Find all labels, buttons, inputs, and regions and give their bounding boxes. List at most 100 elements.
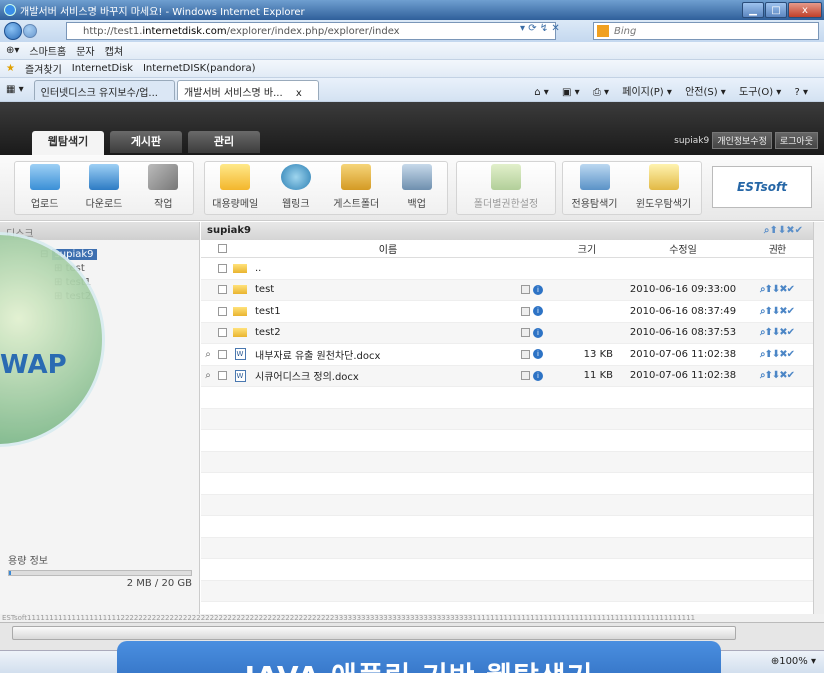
column-header-row: 이름 크기 수정일 권한 [201,240,813,258]
col-date[interactable]: 수정일 [619,241,747,256]
info-icons[interactable]: i [521,284,561,295]
permission-icons[interactable]: ⌕⬆⬇✖✔ [747,370,807,381]
permission-icons[interactable]: ⌕⬆⬇✖✔ [747,349,807,360]
screenshot-root: 개발서버 서비스명 바꾸지 마세요! - Windows Internet Ex… [0,0,824,673]
folder-permission-button[interactable]: 폴더별권한설정 [461,164,551,210]
guest-folder-button[interactable]: 게스트폴더 [330,164,382,210]
maximize-button[interactable]: □ [765,2,787,18]
file-name[interactable]: test [251,284,521,295]
tab-close-icon[interactable]: x [296,88,302,99]
zoom-control[interactable]: ⊕100% ▾ [771,656,816,667]
upload-button[interactable]: 업로드 [19,164,71,210]
help-icon[interactable]: ? ▾ [794,87,808,98]
row-checkbox[interactable] [215,285,229,295]
print-icon[interactable]: ⎙ ▾ [593,87,609,98]
quick-tabs-icon[interactable]: ▦ ▾ [6,84,24,95]
row-checkbox[interactable] [215,263,229,273]
weblink-button[interactable]: 웹링크 [270,164,322,210]
file-name[interactable]: test2 [251,327,521,338]
info-icons[interactable]: i [521,370,561,381]
permission-icons[interactable]: ⌕⬆⬇✖✔ [747,327,807,338]
doc-icon: W [229,369,251,382]
task-button[interactable]: 작업 [137,164,189,210]
empty-row [201,451,813,473]
url-prefix: http://test1. [83,25,143,37]
caption-banner: JAVA 애플릿 기반 웹탐색기 [117,641,721,673]
row-checkbox[interactable] [215,371,229,381]
footer-debug-text: ESTsoft111111111111111111111222222222222… [0,614,824,622]
header-actions[interactable]: ⌕⬆⬇✖✔ [764,225,803,236]
tab-devserver[interactable]: 개발서버 서비스명 바... x [176,79,319,100]
favorites-label[interactable]: 즐겨찾기 [25,61,62,76]
parent-row[interactable]: .. [201,258,813,280]
permission-icons[interactable]: ⌕⬆⬇✖✔ [747,284,807,295]
edit-profile-button[interactable]: 개인정보수정 [712,132,772,149]
app-nav: 웹탐색기 게시판 관리 supiak9 개인정보수정 로그아웃 [0,102,824,155]
safety-menu[interactable]: 안전(S) ▾ [685,87,726,98]
upload-icon [29,164,60,190]
empty-row [201,580,813,602]
back-button[interactable] [4,22,22,40]
parent-label: .. [255,262,262,274]
preview-icon[interactable]: ⌕ [201,349,215,360]
backup-label: 백업 [407,199,426,210]
download-button[interactable]: 다운로드 [78,164,130,210]
quota-bar [8,570,192,576]
refresh-stop-icons[interactable]: ▾ ⟳ ↯ ✕ [520,23,560,34]
table-row[interactable]: ⌕ W 시큐어디스크 정의.docx i 11 KB 2010-07-06 11:02:3… [201,365,813,387]
backup-button[interactable]: 백업 [391,164,443,210]
table-row[interactable]: test i 2010-06-16 09:33:00 ⌕⬆⬇✖✔ [201,279,813,301]
tab-board[interactable]: 게시판 [110,131,182,153]
scroll-thumb[interactable] [12,626,736,640]
permission-check-icon [491,164,521,190]
logout-button[interactable]: 로그아웃 [774,132,818,149]
forward-button[interactable] [23,24,37,38]
upload-label: 업로드 [30,199,59,210]
col-size[interactable]: 크기 [561,241,619,256]
backup-icon [401,164,432,190]
feeds-icon[interactable]: ▣ ▾ [562,87,580,98]
tab-internetdisk[interactable]: 인터넷디스크 유지보수/업... [33,79,175,100]
info-icons[interactable]: i [521,349,561,360]
info-icons[interactable]: i [521,327,561,338]
home-icon[interactable]: ⌂ ▾ [534,87,549,98]
col-name[interactable]: 이름 [251,241,521,256]
capture-link[interactable]: 캡쳐 [105,43,123,58]
folder-icon [229,263,251,273]
search-toolbar-icon[interactable]: ⊕▾ [6,45,19,56]
table-row[interactable]: test1 i 2010-06-16 08:37:49 ⌕⬆⬇✖✔ [201,301,813,323]
tab-admin[interactable]: 관리 [188,131,260,153]
file-name[interactable]: 내부자료 유출 원천차단.docx [251,347,521,362]
table-row[interactable]: ⌕ W 내부자료 유출 원천차단.docx i 13 KB 2010-07-06 11:0… [201,344,813,366]
windows-explorer-button[interactable]: 윈도우탐색기 [632,164,696,210]
tools-menu[interactable]: 도구(O) ▾ [739,87,781,98]
preview-icon[interactable]: ⌕ [201,370,215,381]
favorite-item-pandora[interactable]: InternetDISK(pandora) [143,63,256,74]
guest-folder-label: 게스트폴더 [333,199,380,210]
empty-row [201,387,813,409]
minimize-button[interactable]: ▁ [742,2,764,18]
current-path: supiak9 [207,225,252,236]
search-input[interactable]: Bing [593,22,819,40]
file-name[interactable]: 시큐어디스크 정의.docx [251,368,521,383]
sms-link[interactable]: 문자 [76,43,94,58]
permission-label: 폴더별권한설정 [473,199,539,210]
vertical-scrollbar[interactable] [813,222,824,614]
mail-button[interactable]: 대용량메일 [209,164,261,210]
table-row[interactable]: test2 i 2010-06-16 08:37:53 ⌕⬆⬇✖✔ [201,322,813,344]
smart-home-link[interactable]: 스마트홈 [29,43,66,58]
select-all-checkbox[interactable] [215,244,229,253]
dedicated-explorer-button[interactable]: 전용탐색기 [569,164,621,210]
row-checkbox[interactable] [215,328,229,338]
page-menu[interactable]: 페이지(P) ▾ [622,87,672,98]
row-checkbox[interactable] [215,349,229,359]
file-name[interactable]: test1 [251,306,521,317]
close-window-button[interactable]: x [788,2,822,18]
url-field[interactable]: http://test1. internetdisk.com/explorer/i… [66,22,556,40]
favorite-item-internetdisk[interactable]: InternetDisk [72,63,133,74]
tab-explorer[interactable]: 웹탐색기 [32,131,104,155]
permission-icons[interactable]: ⌕⬆⬇✖✔ [747,306,807,317]
info-icons[interactable]: i [521,306,561,317]
mail-label: 대용량메일 [212,199,259,210]
row-checkbox[interactable] [215,306,229,316]
